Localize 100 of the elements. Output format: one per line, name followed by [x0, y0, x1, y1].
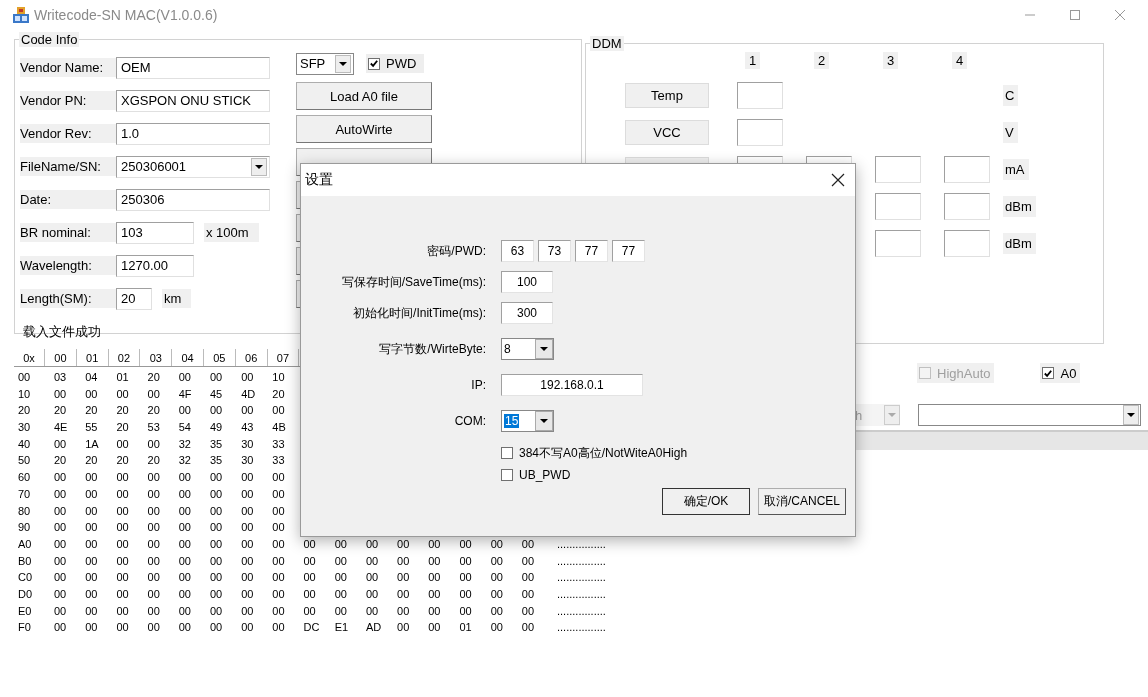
hex-byte: 00 — [272, 603, 286, 619]
checkbox[interactable] — [368, 57, 380, 70]
value-field[interactable] — [944, 156, 990, 183]
value-field[interactable] — [875, 193, 921, 220]
value-field[interactable] — [875, 156, 921, 183]
hex-byte: 4F — [178, 386, 193, 402]
hex-byte: 00 — [209, 620, 224, 636]
row-label-button[interactable]: Temp — [625, 83, 709, 108]
hex-byte: 00 — [490, 586, 504, 602]
action-button[interactable]: Load A0 file — [296, 82, 432, 110]
status-text: 载入文件成功 — [22, 323, 102, 341]
hex-byte: 4D — [241, 386, 257, 402]
hex-byte: 00 — [241, 520, 255, 536]
hex-byte: 00 — [521, 553, 536, 569]
value-field[interactable] — [737, 82, 783, 109]
hex-byte: 00 — [521, 570, 536, 586]
input-field[interactable]: 1270.00 — [116, 254, 194, 277]
input-field[interactable]: 103 — [116, 221, 194, 244]
hex-byte: 00 — [209, 503, 224, 519]
password-field[interactable]: 63 — [501, 240, 534, 262]
hex-byte: 00 — [241, 486, 255, 502]
checkbox[interactable] — [501, 469, 513, 481]
hex-byte: 30 — [241, 436, 255, 452]
input-field[interactable]: 250306 — [116, 188, 270, 211]
hex-byte: 00 — [209, 520, 224, 536]
hex-byte: 00 — [490, 553, 504, 569]
pwd-checkbox[interactable]: PWD — [366, 54, 425, 73]
hex-byte: 00 — [303, 553, 317, 569]
hex-byte: 00 — [85, 470, 99, 486]
row-label-button[interactable]: VCC — [625, 120, 709, 145]
password-field[interactable]: 77 — [575, 240, 608, 262]
value-field[interactable] — [944, 230, 990, 257]
hex-byte: 00 — [54, 570, 68, 586]
hex-byte: 33 — [272, 436, 286, 452]
combo-box[interactable]: 8 — [501, 338, 554, 360]
maximize-icon[interactable] — [1069, 9, 1081, 21]
hex-byte: 00 — [116, 520, 130, 536]
value-field[interactable] — [875, 230, 921, 257]
hex-address: D0 — [18, 586, 34, 602]
input-field[interactable]: 1.0 — [116, 122, 270, 145]
hex-byte: 00 — [54, 386, 68, 402]
password-field[interactable]: 77 — [612, 240, 645, 262]
dialog-button[interactable]: 取消/CANCEL — [758, 488, 846, 515]
hex-byte: 00 — [209, 586, 224, 602]
hex-byte: 00 — [85, 503, 99, 519]
hex-byte: 00 — [209, 403, 224, 419]
hex-byte: 20 — [54, 453, 68, 469]
ip-field[interactable]: 192.168.0.1 — [501, 374, 643, 396]
hex-byte: 00 — [397, 586, 411, 602]
dialog-button[interactable]: 确定/OK — [662, 488, 750, 515]
password-field[interactable]: 73 — [538, 240, 571, 262]
input-field[interactable]: 300 — [501, 302, 553, 324]
value-field[interactable] — [737, 119, 783, 146]
hex-byte: 00 — [490, 620, 504, 636]
combo-box[interactable]: 250306001 — [116, 155, 270, 178]
hex-byte: 00 — [209, 370, 224, 385]
checkbox[interactable] — [501, 447, 513, 459]
hex-byte: 00 — [490, 536, 504, 552]
module-type-combo[interactable]: SFP — [296, 52, 354, 75]
column-number: 3 — [883, 52, 899, 69]
hex-byte: 00 — [178, 553, 192, 569]
hex-byte: 00 — [272, 570, 286, 586]
option-checkbox[interactable]: A0 — [1040, 363, 1081, 383]
setting-label: 写保存时间/SaveTime(ms): — [340, 273, 486, 291]
hex-address: 10 — [18, 386, 32, 402]
hex-byte: 00 — [303, 570, 317, 586]
group-title: Code Info — [19, 32, 80, 47]
hex-address: 70 — [18, 486, 32, 502]
ascii-text: ................ — [557, 553, 606, 569]
hex-address: 80 — [18, 503, 32, 519]
option-checkbox[interactable]: UB_PWD — [501, 465, 855, 485]
checkbox[interactable] — [1042, 367, 1055, 379]
hex-address: E0 — [18, 603, 33, 619]
option-checkbox[interactable]: 384不写A0高位/NotWiteA0High — [501, 443, 855, 463]
input-field[interactable]: XGSPON ONU STICK — [116, 89, 270, 112]
input-field[interactable]: OEM — [116, 56, 270, 79]
value-field[interactable] — [944, 193, 990, 220]
action-button[interactable]: AutoWirte — [296, 115, 432, 143]
hex-byte: 30 — [241, 453, 255, 469]
hex-byte: 00 — [147, 586, 161, 602]
hex-byte: 00 — [365, 586, 380, 602]
hex-byte: 00 — [272, 620, 286, 636]
close-icon[interactable] — [831, 173, 845, 187]
hex-byte: E1 — [334, 620, 350, 636]
input-field[interactable]: 20 — [116, 287, 152, 310]
hex-address: B0 — [18, 553, 33, 569]
hex-byte: 33 — [272, 453, 286, 469]
combo-box[interactable]: 15 — [501, 410, 554, 432]
hex-byte: 00 — [147, 486, 161, 502]
input-field[interactable]: 100 — [501, 271, 553, 293]
hex-address: C0 — [18, 570, 34, 586]
hex-byte: 00 — [85, 603, 99, 619]
hex-byte: 00 — [241, 553, 255, 569]
hex-byte: 00 — [272, 403, 286, 419]
hex-byte: 00 — [147, 503, 161, 519]
hex-address: 00 — [18, 370, 32, 385]
dialog-title: 设置 — [305, 171, 333, 189]
hex-byte: 00 — [209, 470, 224, 486]
hex-byte: 00 — [241, 603, 255, 619]
hex-byte: 00 — [241, 620, 255, 636]
